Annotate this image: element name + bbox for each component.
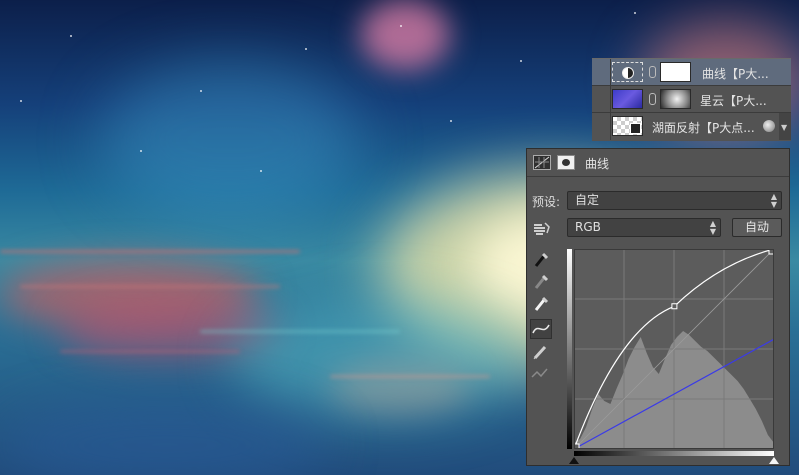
layer-row-nebula[interactable]: 星云【P大... — [592, 86, 791, 113]
dropdown-arrows-icon: ▲ ▼ — [709, 219, 716, 236]
visibility-toggle[interactable] — [592, 113, 611, 140]
white-point-eyedropper-icon[interactable] — [530, 295, 552, 315]
curves-adjustment-icon[interactable] — [533, 155, 551, 170]
layer-name: 湖面反射【P大点... — [652, 121, 755, 135]
layer-style-icon[interactable] — [763, 120, 775, 132]
layer-row-curves[interactable]: 曲线【P大... — [592, 59, 791, 86]
smooth-curve-icon[interactable] — [530, 365, 552, 385]
output-gradient-bar — [567, 249, 572, 449]
properties-panel: 曲线 预设: 自定 ▲ ▼ RGB ▲ ▼ 自动 — [526, 148, 790, 466]
panel-title: 曲线 — [585, 157, 610, 171]
pencil-draw-icon[interactable] — [530, 343, 552, 363]
curves-graph[interactable] — [574, 249, 774, 449]
layer-name: 星云【P大... — [700, 94, 767, 108]
target-adjustment-hand-icon[interactable] — [533, 221, 551, 236]
curve-control-point[interactable] — [671, 303, 678, 310]
visibility-toggle[interactable] — [592, 59, 611, 86]
layers-panel: 曲线【P大... 星云【P大... 湖面反射【P大点... ▼ — [592, 58, 791, 141]
layer-mask-thumbnail[interactable] — [660, 89, 691, 109]
mask-icon[interactable] — [557, 155, 575, 170]
curve-point-tool-icon[interactable] — [530, 319, 552, 339]
layer-name: 曲线【P大... — [702, 67, 769, 81]
white-input-slider[interactable] — [769, 457, 779, 464]
auto-button[interactable]: 自动 — [732, 218, 782, 237]
layer-row-lake-reflection[interactable]: 湖面反射【P大点... ▼ — [592, 113, 791, 140]
scrollbar[interactable]: ▼ — [779, 113, 791, 140]
dropdown-arrows-icon: ▲ ▼ — [770, 192, 777, 209]
layer-mask-thumbnail[interactable] — [660, 62, 691, 82]
link-icon[interactable] — [649, 93, 656, 105]
transparent-thumbnail[interactable] — [612, 116, 643, 136]
link-icon[interactable] — [649, 66, 656, 78]
preset-dropdown[interactable]: 自定 ▲ ▼ — [567, 191, 782, 210]
black-point-eyedropper-icon[interactable] — [530, 251, 552, 271]
channel-dropdown[interactable]: RGB ▲ ▼ — [567, 218, 721, 237]
gray-point-eyedropper-icon[interactable] — [530, 273, 552, 293]
curves-adjustment-icon — [612, 62, 643, 82]
black-input-slider[interactable] — [569, 457, 579, 464]
nebula-thumbnail[interactable] — [612, 89, 643, 109]
preset-label: 预设: — [532, 195, 561, 209]
input-gradient-bar — [574, 451, 774, 456]
smart-object-icon — [630, 123, 641, 134]
visibility-toggle[interactable] — [592, 86, 611, 113]
